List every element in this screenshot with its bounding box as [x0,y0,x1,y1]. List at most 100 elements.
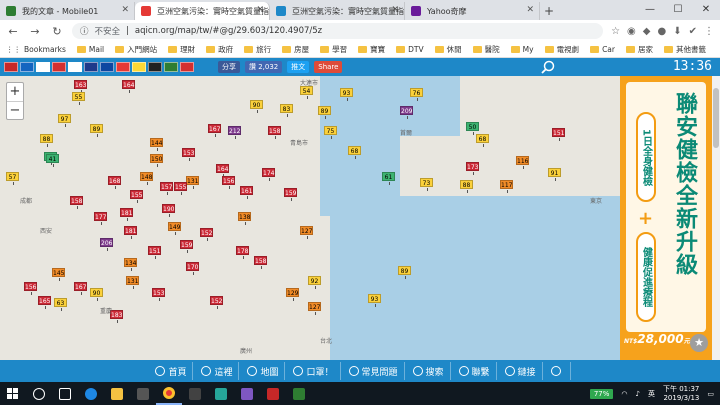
bookmark-folder[interactable]: 旅行 [244,44,271,55]
aqi-station-marker[interactable]: 181 [124,226,137,239]
back-button[interactable]: ← [6,25,20,38]
aqi-station-marker[interactable]: 89 [318,106,331,119]
scrollbar-thumb[interactable] [713,88,719,148]
aqi-station-marker[interactable]: 97 [58,114,71,127]
aqi-station-marker[interactable]: 173 [466,162,479,175]
aqi-station-marker[interactable]: 90 [90,288,103,301]
bookmark-folder[interactable]: 居家 [625,44,653,55]
aqi-station-marker[interactable]: 177 [94,212,107,225]
task-view-button[interactable] [52,382,78,405]
aqi-station-marker[interactable]: 88 [40,134,53,147]
aqi-station-marker[interactable]: 151 [552,128,565,141]
facebook-like-button[interactable]: 讚 2,032 [245,61,283,73]
zoom-in-button[interactable]: + [7,83,23,101]
reload-button[interactable]: ↻ [50,25,64,38]
input-language[interactable]: 英 [648,389,655,399]
bookmark-folder[interactable]: Mail [76,45,104,54]
app-button[interactable] [234,382,260,405]
aqi-station-marker[interactable]: 167 [74,282,87,295]
aqi-station-marker[interactable]: 68 [476,134,489,147]
aqi-station-marker[interactable]: 158 [254,256,267,269]
language-flag-icon[interactable] [84,62,98,72]
aqi-station-marker[interactable]: 153 [182,148,195,161]
aqi-station-marker[interactable]: 181 [120,208,133,221]
tab-close-icon[interactable]: ✕ [526,5,534,15]
bookmark-folder[interactable]: My [510,45,534,54]
aqi-station-marker[interactable]: 152 [200,228,213,241]
nav-search[interactable]: 搜索 [407,362,451,380]
zoom-out-button[interactable]: − [7,101,23,119]
search-icon[interactable] [540,60,556,74]
tab-close-icon[interactable]: ✕ [121,5,129,15]
aqi-station-marker[interactable]: 155 [130,190,143,203]
aqi-station-marker[interactable]: 129 [286,288,299,301]
aqi-station-marker[interactable]: 149 [168,222,181,235]
notification-icon[interactable]: ▭ [707,390,714,398]
menu-icon[interactable]: ⋮ [704,26,714,37]
bookmark-apps[interactable]: ⋮⋮ Bookmarks [6,45,66,54]
bookmark-folder[interactable]: Car [590,45,615,54]
bookmark-folder[interactable]: 理財 [168,44,195,55]
aqi-station-marker[interactable]: 89 [90,124,103,137]
aqi-station-marker[interactable]: 57 [6,172,19,185]
aqi-station-marker[interactable]: 144 [150,138,163,151]
tray-clock[interactable]: 下午 01:37 2019/3/13 [663,385,699,403]
nav-contact[interactable]: 聯繫 [453,362,497,380]
aqi-station-marker[interactable]: 161 [240,186,253,199]
aqi-station-marker[interactable]: 75 [324,126,337,139]
language-flag-icon[interactable] [36,62,50,72]
language-flag-icon[interactable] [68,62,82,72]
tab-yahoo[interactable]: Yahoo奇摩 ✕ [405,2,540,20]
aqi-station-marker[interactable]: 127 [300,226,313,239]
gplus-share-button[interactable]: Share [314,61,343,73]
aqi-station-marker[interactable]: 209 [400,106,413,119]
aqi-station-marker[interactable]: 55 [72,92,85,105]
aqi-station-marker[interactable]: 76 [410,88,423,101]
wifi-icon[interactable]: ◠ [621,390,627,398]
aqi-station-marker[interactable]: 148 [140,172,153,185]
aqi-station-marker[interactable]: 131 [126,276,139,289]
address-bar[interactable]: ⓘ 不安全 | aqicn.org/map/tw/#@g/29.603/120.… [72,23,604,39]
aqi-station-marker[interactable]: 50 [466,122,479,135]
volume-icon[interactable]: ♪ [636,390,640,398]
tweet-button[interactable]: 推文 [287,61,310,73]
bookmark-folder[interactable]: 電視劇 [544,44,579,55]
aqi-station-marker[interactable]: 163 [74,80,87,93]
taskbar-search-button[interactable] [26,382,52,405]
aqi-station-marker[interactable]: 93 [340,88,353,101]
start-button[interactable] [0,382,26,405]
bookmark-folder[interactable]: 房屋 [282,44,309,55]
aqi-station-marker[interactable]: 158 [268,126,281,139]
aqi-station-marker[interactable]: 90 [250,100,263,113]
language-flag-icon[interactable] [116,62,130,72]
app-button[interactable] [208,382,234,405]
bookmark-folder[interactable]: 醫院 [472,44,500,55]
aqi-station-marker[interactable]: 89 [398,266,411,279]
aqi-station-marker[interactable]: 131 [186,176,199,189]
file-explorer-button[interactable] [104,382,130,405]
aqi-station-marker[interactable]: 73 [420,178,433,191]
language-flag-icon[interactable] [148,62,162,72]
nav-settings[interactable] [545,362,571,380]
aqi-station-marker[interactable]: 168 [108,176,121,189]
nav-home[interactable]: 首頁 [149,362,194,380]
aqi-station-marker[interactable]: 150 [150,154,163,167]
aqi-station-marker[interactable]: 157 [160,182,173,195]
aqi-station-marker[interactable]: 138 [238,212,251,225]
tab-mobile01[interactable]: 我的文章 - Mobile01 ✕ [0,2,135,20]
nav-faq[interactable]: 常見問題 [343,362,405,380]
aqi-station-marker[interactable]: 68 [348,146,361,159]
aqi-station-marker[interactable]: 174 [262,168,275,181]
aqi-station-marker[interactable]: 151 [148,246,161,259]
aqi-station-marker[interactable]: 164 [122,80,135,93]
nav-map[interactable]: 地圖 [241,362,286,380]
aqi-map[interactable]: + − 573916316455892121671581501531641611… [0,76,620,360]
store-button[interactable] [130,382,156,405]
aqi-station-marker[interactable]: 54 [300,86,313,99]
aqi-station-marker[interactable]: 63 [54,298,67,311]
language-flag-icon[interactable] [180,62,194,72]
language-flag-icon[interactable] [164,62,178,72]
bookmark-folder[interactable]: 休閒 [434,44,462,55]
aqi-station-marker[interactable]: 167 [208,124,221,137]
aqi-station-marker[interactable]: 212 [228,126,241,139]
